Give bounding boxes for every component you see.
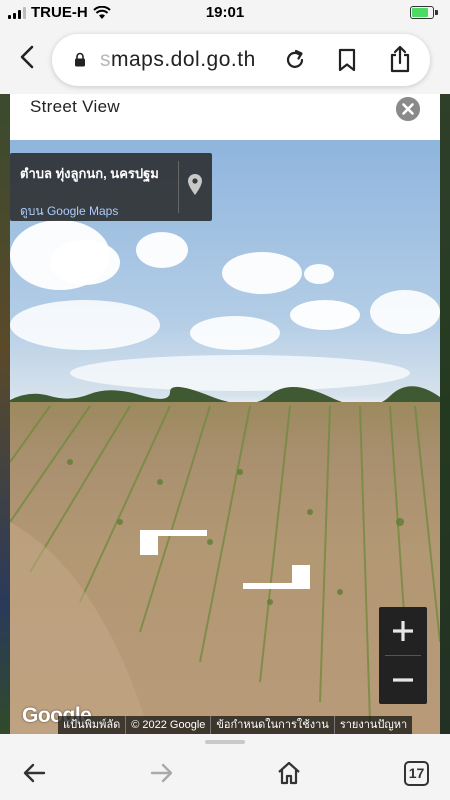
url-text: smaps.dol.go.th [100,48,256,72]
attribution-bar: แป้นพิมพ์ลัด © 2022 Google ข้อกำหนดในการ… [58,716,413,734]
view-on-google-maps-link[interactable]: ดูบน Google Maps [20,202,118,221]
cloud [50,240,120,285]
battery-nub [435,10,438,15]
status-bar: TRUE-H 19:01 [0,0,450,26]
map-edge-right [440,94,450,734]
close-icon[interactable] [396,97,420,121]
back-arrow-icon[interactable] [22,760,48,786]
url-domain: maps.dol.go.th [111,48,256,71]
terms-of-use-link[interactable]: ข้อกำหนดในการใช้งาน [211,716,335,734]
address-bar-area: smaps.dol.go.th [0,26,450,94]
copyright-text: © 2022 Google [126,716,212,734]
cloud [370,290,440,334]
browser-toolbar: 17 [0,734,450,800]
cloud [10,300,160,350]
url-field[interactable]: smaps.dol.go.th [52,34,430,86]
cloud [290,300,360,330]
drag-handle[interactable] [205,740,245,744]
forward-arrow-icon[interactable] [148,760,174,786]
clock: 19:01 [205,4,245,21]
share-icon[interactable] [388,44,412,74]
battery-level [412,8,428,17]
battery-icon [410,6,434,19]
cloud [304,264,334,284]
cloud [222,252,302,294]
street-view-title: Street View [30,97,120,116]
location-name: ตำบล ทุ่งลูกนก, นครปฐม [20,166,159,181]
back-icon[interactable] [14,42,42,72]
card-divider [178,161,179,213]
cloud [136,232,188,268]
keyboard-shortcuts-link[interactable]: แป้นพิมพ์ลัด [58,716,127,734]
street-view-header: Street View [10,94,440,140]
url-faded-part: s [100,48,111,71]
lock-icon [75,52,85,67]
reload-icon[interactable] [282,47,308,73]
report-problem-link[interactable]: รายงานปัญหา [335,716,412,734]
location-card: ตำบล ทุ่งลูกนก, นครปฐม ดูบน Google Maps [10,153,212,221]
street-view-panorama[interactable] [10,140,440,734]
map-pin-icon[interactable] [187,173,203,197]
cloud [190,316,280,350]
zoom-in-button[interactable] [379,607,427,655]
zoom-out-button[interactable] [379,656,427,704]
browser-window: TRUE-H 19:01 smaps.dol.go.th Street View… [0,0,450,800]
bookmark-icon[interactable] [336,47,358,73]
home-icon[interactable] [276,760,302,786]
tabs-button[interactable]: 17 [404,761,429,786]
map-edge-left [0,94,10,734]
zoom-control [379,607,427,704]
navigation-arrows[interactable] [10,525,440,645]
